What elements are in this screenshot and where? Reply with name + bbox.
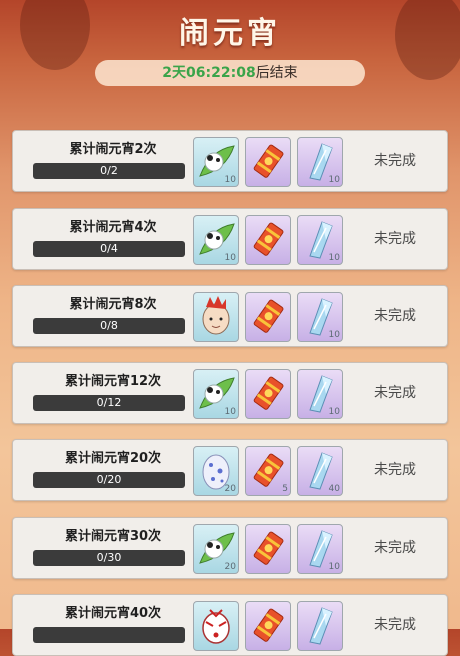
- task-card: 累计闹元宵30次 0/30 20 10 未完成: [12, 517, 448, 579]
- task-card: 累计闹元宵12次 0/12 10 10 未完成: [12, 362, 448, 424]
- task-title: 累计闹元宵12次: [64, 374, 162, 389]
- reward-slot[interactable]: 20: [193, 524, 239, 574]
- reward-slot[interactable]: [245, 292, 291, 342]
- reward-count: 10: [328, 175, 340, 185]
- reward-count: 5: [282, 484, 288, 494]
- reward-count: 10: [328, 253, 340, 263]
- reward-slot[interactable]: [245, 601, 291, 651]
- task-status: 未完成: [374, 462, 416, 478]
- reward-count: 10: [224, 407, 236, 417]
- task-title: 累计闹元宵30次: [64, 529, 162, 544]
- reward-slot[interactable]: [245, 369, 291, 419]
- task-progress-text: 0/12: [96, 396, 122, 409]
- task-progress-bar: 0/30: [33, 550, 185, 566]
- task-status: 未完成: [374, 231, 416, 247]
- task-progress-text: 0/30: [96, 551, 122, 564]
- countdown-suffix: 后结束: [255, 65, 298, 81]
- task-progress-bar: [33, 627, 185, 643]
- reward-slot[interactable]: [245, 215, 291, 265]
- reward-count: 10: [328, 407, 340, 417]
- reward-slot[interactable]: 10: [297, 369, 343, 419]
- reward-slot[interactable]: 10: [297, 292, 343, 342]
- task-card: 累计闹元宵8次 0/8 10 未完成: [12, 285, 448, 347]
- reward-slot[interactable]: [297, 601, 343, 651]
- reward-slot[interactable]: 5: [245, 446, 291, 496]
- task-progress-text: 0/2: [100, 164, 118, 177]
- header: 闹元宵 2天06:22:08后结束: [0, 0, 460, 120]
- task-card: 累计闹元宵20次 0/20 20 5 40 未完成: [12, 439, 448, 501]
- reward-slot[interactable]: [245, 524, 291, 574]
- task-card: 累计闹元宵40次未完成: [12, 594, 448, 656]
- reward-slot[interactable]: 10: [193, 215, 239, 265]
- task-status: 未完成: [374, 385, 416, 401]
- reward-count: 10: [224, 175, 236, 185]
- reward-slot[interactable]: [193, 601, 239, 651]
- task-status: 未完成: [374, 617, 416, 633]
- countdown-timer: 2天06:22:08后结束: [95, 60, 365, 86]
- reward-slot[interactable]: 40: [297, 446, 343, 496]
- reward-count: 20: [224, 484, 236, 494]
- reward-count: 20: [224, 562, 236, 572]
- task-progress-text: 0/8: [100, 319, 118, 332]
- task-title: 累计闹元宵40次: [64, 606, 162, 621]
- countdown-value: 2天06:22:08: [162, 65, 256, 81]
- task-title: 累计闹元宵8次: [69, 297, 157, 312]
- task-progress-bar: 0/20: [33, 472, 185, 488]
- reward-slot[interactable]: [245, 137, 291, 187]
- task-progress-bar: 0/2: [33, 163, 185, 179]
- task-progress-bar: 0/12: [33, 395, 185, 411]
- reward-count: 10: [224, 253, 236, 263]
- task-progress-bar: 0/4: [33, 241, 185, 257]
- task-card: 累计闹元宵4次 0/4 10 10 未完成: [12, 208, 448, 270]
- page-title: 闹元宵: [179, 16, 281, 51]
- reward-count: 10: [328, 562, 340, 572]
- reward-slot[interactable]: 10: [297, 137, 343, 187]
- task-title: 累计闹元宵4次: [69, 220, 157, 235]
- reward-slot[interactable]: 10: [297, 215, 343, 265]
- task-progress-bar: 0/8: [33, 318, 185, 334]
- task-status: 未完成: [374, 153, 416, 169]
- task-status: 未完成: [374, 540, 416, 556]
- reward-count: 40: [328, 484, 340, 494]
- task-title: 累计闹元宵2次: [69, 142, 157, 157]
- task-status: 未完成: [374, 308, 416, 324]
- reward-slot[interactable]: [193, 292, 239, 342]
- reward-count: 10: [328, 330, 340, 340]
- reward-slot[interactable]: 10: [193, 137, 239, 187]
- task-progress-text: 0/20: [96, 473, 122, 486]
- task-card: 累计闹元宵2次 0/2 10 10 未完成: [12, 130, 448, 192]
- reward-slot[interactable]: 20: [193, 446, 239, 496]
- reward-slot[interactable]: 10: [193, 369, 239, 419]
- task-title: 累计闹元宵20次: [64, 451, 162, 466]
- task-progress-text: 0/4: [100, 242, 118, 255]
- reward-slot[interactable]: 10: [297, 524, 343, 574]
